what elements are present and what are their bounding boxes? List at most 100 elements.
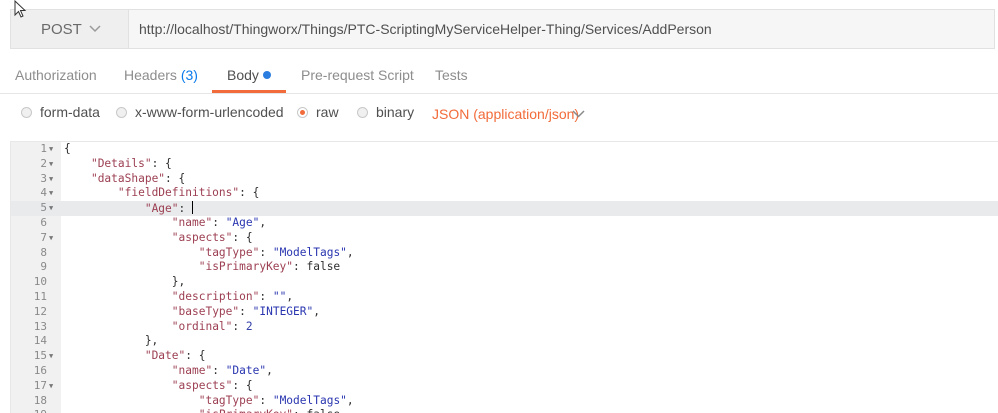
- radio-icon: [21, 106, 32, 118]
- request-tabs: Authorization Headers (3) Body Pre-reque…: [0, 57, 998, 94]
- line-number: 5: [40, 201, 47, 215]
- fold-arrow-icon[interactable]: ▼: [49, 186, 53, 201]
- code-line: 14 },: [11, 334, 998, 349]
- code-line: 15 ▼ "Date": {: [11, 349, 998, 364]
- code-line: 2 ▼ "Details": {: [11, 157, 998, 172]
- fold-arrow-icon[interactable]: ▼: [49, 172, 53, 187]
- code-line: 4 ▼ "fieldDefinitions": {: [11, 186, 998, 201]
- line-number: 12: [33, 304, 47, 318]
- radio-icon: [357, 106, 368, 118]
- line-number: 8: [40, 245, 47, 259]
- code-text: "tagType": "ModelTags",: [198, 393, 354, 407]
- tab-body[interactable]: Body: [227, 67, 271, 83]
- active-tab-indicator: [212, 90, 286, 93]
- code-text: "Date": {: [144, 349, 206, 363]
- headers-count: (3): [180, 67, 198, 83]
- fold-arrow-icon[interactable]: ▼: [49, 157, 53, 172]
- code-text: "description": "",: [171, 290, 294, 303]
- code-text: "Details": {: [90, 156, 172, 170]
- tab-headers[interactable]: Headers (3): [124, 67, 198, 83]
- line-number: 3: [40, 171, 47, 185]
- code-text: "Age":: [144, 201, 193, 216]
- code-line: 1 ▼ {: [11, 142, 998, 157]
- tab-authorization-label: Authorization: [15, 67, 97, 83]
- code-text: "fieldDefinitions": {: [117, 186, 260, 200]
- line-number: 9: [40, 260, 47, 274]
- tab-pre-request-script-label: Pre-request Script: [301, 67, 414, 83]
- code-text: "baseType": "INTEGER",: [171, 304, 320, 318]
- code-line: 18 "tagType": "ModelTags",: [11, 394, 998, 409]
- content-type-dropdown[interactable]: JSON (application/json): [432, 106, 579, 122]
- line-number: 4: [40, 186, 47, 200]
- line-number: 1: [40, 142, 47, 155]
- radio-urlencoded[interactable]: x-www-form-urlencoded: [116, 104, 284, 120]
- code-line: 16 "name": "Date",: [11, 364, 998, 379]
- tab-pre-request-script[interactable]: Pre-request Script: [301, 67, 414, 83]
- code-text: "aspects": {: [171, 230, 253, 244]
- code-text: "dataShape": {: [90, 171, 186, 185]
- code-line: 10 },: [11, 275, 998, 290]
- fold-arrow-icon[interactable]: ▼: [49, 349, 53, 364]
- radio-icon: [116, 106, 127, 118]
- line-number: 19: [11, 408, 47, 413]
- code-line: 9 "isPrimaryKey": false: [11, 260, 998, 275]
- line-number: 6: [40, 216, 47, 229]
- request-bar: POST http://localhost/Thingworx/Things/P…: [10, 9, 995, 49]
- code-line: 5 ▼ "Age":: [11, 201, 998, 216]
- code-text: },: [64, 275, 186, 289]
- code-line: 13 "ordinal": 2: [11, 320, 998, 335]
- url-input[interactable]: http://localhost/Thingworx/Things/PTC-Sc…: [128, 9, 995, 49]
- line-number: 18: [33, 393, 47, 407]
- tab-headers-label: Headers: [124, 67, 177, 83]
- chevron-down-icon: [89, 25, 101, 33]
- text-caret: [192, 201, 193, 215]
- line-number: 16: [33, 364, 47, 377]
- code-line: 11 "description": "",: [11, 290, 998, 305]
- fold-arrow-icon[interactable]: ▼: [49, 379, 53, 394]
- line-number: 2: [40, 156, 47, 170]
- code-text: },: [64, 334, 159, 348]
- code-text: "tagType": "ModelTags",: [198, 245, 354, 259]
- radio-selected-icon: [297, 106, 308, 118]
- modified-dot-icon: [262, 71, 271, 79]
- chevron-down-icon[interactable]: [572, 110, 585, 118]
- tab-tests[interactable]: Tests: [435, 67, 468, 83]
- code-text: {: [64, 142, 71, 155]
- line-number: 13: [33, 319, 47, 333]
- radio-form-data[interactable]: form-data: [21, 104, 100, 120]
- method-label: POST: [41, 20, 82, 38]
- raw-label: raw: [316, 104, 339, 120]
- code-text: "isPrimaryKey": false: [64, 408, 340, 413]
- urlencoded-label: x-www-form-urlencoded: [135, 104, 284, 120]
- code-text: "ordinal": 2: [171, 319, 253, 333]
- binary-label: binary: [376, 104, 415, 120]
- tab-authorization[interactable]: Authorization: [15, 67, 97, 83]
- code-line: 12 "baseType": "INTEGER",: [11, 305, 998, 320]
- tab-body-label: Body: [227, 67, 259, 83]
- code-line: 6 "name": "Age",: [11, 216, 998, 231]
- code-text: "name": "Age",: [171, 216, 267, 229]
- radio-raw[interactable]: raw: [297, 104, 339, 120]
- code-text: "isPrimaryKey": false: [198, 260, 341, 274]
- fold-arrow-icon[interactable]: ▼: [49, 142, 53, 157]
- fold-arrow-icon[interactable]: ▼: [49, 201, 53, 216]
- radio-binary[interactable]: binary: [357, 104, 414, 120]
- line-number: 11: [33, 290, 47, 303]
- content-type-label: JSON (application/json): [432, 106, 580, 122]
- line-number: 7: [40, 230, 47, 244]
- code-line: 3 ▼ "dataShape": {: [11, 172, 998, 187]
- line-number: 17: [33, 378, 47, 392]
- tab-tests-label: Tests: [435, 67, 468, 83]
- line-number: 14: [33, 334, 47, 348]
- code-line: 8 "tagType": "ModelTags",: [11, 246, 998, 261]
- code-text: "name": "Date",: [171, 364, 273, 377]
- mouse-cursor-icon: [14, 0, 27, 18]
- code-line: 17 ▼ "aspects": {: [11, 379, 998, 394]
- line-number: 10: [33, 275, 47, 289]
- form-data-label: form-data: [40, 104, 100, 120]
- line-number: 15: [33, 349, 47, 363]
- code-line: 7 ▼ "aspects": {: [11, 231, 998, 246]
- code-editor[interactable]: 1 ▼{2 ▼ "Details": {3 ▼ "dataShape": {4 ▼ "f…: [10, 141, 998, 413]
- fold-arrow-icon[interactable]: ▼: [49, 231, 53, 246]
- code-text: "aspects": {: [171, 378, 253, 392]
